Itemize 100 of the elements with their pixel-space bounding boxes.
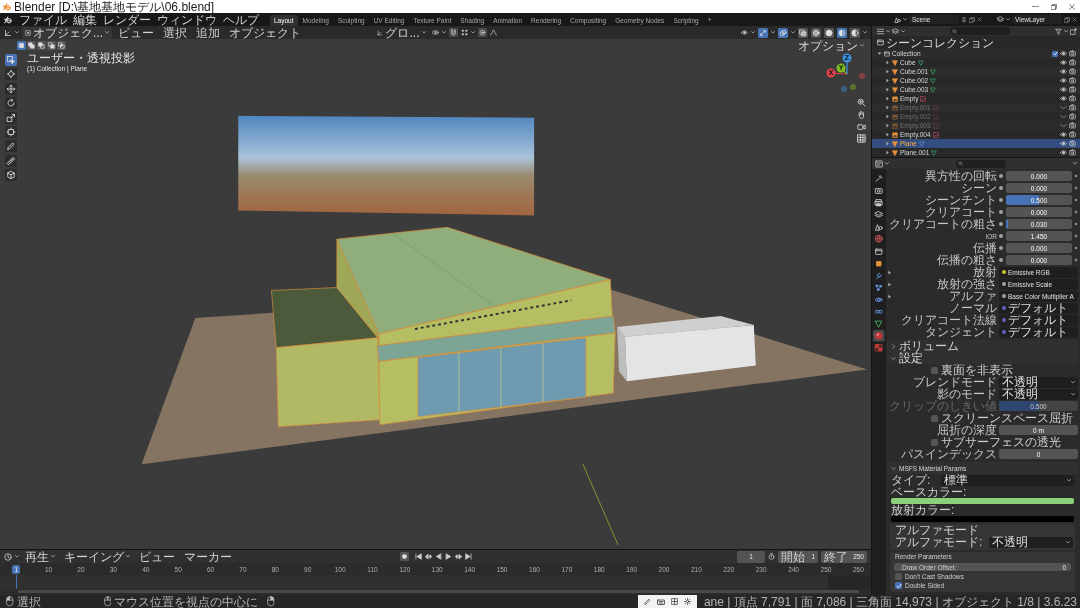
camera-icon[interactable] — [1069, 131, 1076, 138]
dots-grid-icon[interactable] — [460, 29, 468, 36]
panel-header[interactable]: ボリューム — [887, 340, 1078, 352]
jump-end-icon[interactable] — [464, 553, 472, 560]
cone-sphere-icon[interactable] — [894, 16, 901, 23]
play-reverse-icon[interactable] — [434, 553, 442, 560]
camera-icon[interactable] — [857, 122, 866, 131]
squares-icon[interactable] — [798, 27, 808, 38]
eye-icon[interactable] — [1060, 77, 1067, 84]
dropdown[interactable]: 不透明 — [989, 536, 1073, 548]
square-invert-icon[interactable] — [47, 41, 56, 50]
options-dropdown[interactable]: オプション — [795, 39, 867, 52]
expand-arrow-icon[interactable] — [885, 123, 890, 128]
expand-arrow-icon[interactable] — [887, 293, 892, 299]
clock-icon[interactable] — [4, 552, 12, 561]
layers-icon[interactable] — [997, 16, 1004, 23]
globe-icon[interactable] — [873, 233, 885, 245]
expand-arrow-icon[interactable] — [885, 87, 890, 92]
expand-arrow-icon[interactable] — [885, 96, 890, 101]
eye-icon[interactable] — [1060, 149, 1067, 156]
solid-sphere-icon[interactable] — [824, 27, 834, 38]
expand-arrow-icon[interactable] — [877, 51, 882, 56]
document-icon[interactable] — [875, 159, 883, 168]
menu-item[interactable]: レンダー — [100, 13, 154, 26]
panel-header[interactable]: 設定 — [887, 352, 1078, 364]
wireframe-sphere-icon[interactable] — [811, 27, 821, 38]
camera-icon[interactable] — [1069, 104, 1076, 111]
node-link-field[interactable]: デフォルト — [999, 326, 1078, 338]
node-link-field[interactable]: デフォルト — [999, 314, 1078, 326]
camera-icon[interactable] — [1069, 140, 1076, 147]
curve-icon[interactable] — [489, 29, 497, 36]
camera-icon[interactable] — [1069, 77, 1076, 84]
dropdown[interactable]: 標準 — [941, 474, 1074, 486]
menu-item[interactable]: マーカー — [181, 550, 235, 563]
linked-circles-icon[interactable] — [431, 29, 439, 36]
list-icon[interactable] — [877, 27, 884, 35]
square-intersect-icon[interactable] — [57, 41, 66, 50]
record-icon[interactable] — [399, 552, 409, 561]
expand-arrow-icon[interactable] — [887, 269, 892, 275]
tools-icon[interactable] — [873, 173, 885, 185]
play-icon[interactable] — [444, 553, 452, 560]
expand-arrow-icon[interactable] — [887, 281, 892, 287]
checkbox[interactable] — [931, 366, 938, 374]
pencil-icon[interactable] — [5, 140, 17, 153]
eye-icon[interactable] — [1060, 50, 1067, 57]
camera-icon[interactable] — [873, 185, 885, 197]
printer-icon[interactable] — [873, 197, 885, 209]
square-union-icon[interactable] — [27, 41, 36, 50]
layers-icon[interactable] — [873, 209, 885, 221]
orientation-dropdown[interactable]: グロ... — [374, 26, 429, 39]
funnel-icon[interactable] — [1055, 27, 1062, 35]
menu-item[interactable]: 再生 — [22, 550, 58, 563]
next-keyframe-icon[interactable] — [454, 553, 462, 560]
checkbox[interactable] — [931, 438, 938, 446]
checkbox[interactable] — [931, 414, 938, 422]
checkbox[interactable] — [895, 573, 902, 580]
select-box-icon[interactable] — [5, 54, 17, 66]
menu-item[interactable]: 追加 — [193, 26, 223, 39]
circle-dot-icon[interactable] — [477, 28, 487, 37]
eye-icon[interactable] — [741, 29, 748, 36]
triangle-icon[interactable] — [873, 318, 885, 330]
eye-icon[interactable] — [1060, 68, 1067, 75]
layers-icon[interactable] — [892, 27, 899, 35]
expand-arrow-icon[interactable] — [885, 69, 890, 74]
checkbox[interactable] — [1052, 50, 1058, 57]
checkbox[interactable] — [895, 582, 902, 589]
transform-icon[interactable] — [5, 125, 17, 138]
menu-item[interactable]: 選択 — [160, 26, 190, 39]
ruler-icon[interactable] — [5, 154, 17, 167]
filled-square-icon[interactable] — [17, 41, 26, 50]
eye-icon[interactable] — [1060, 86, 1067, 93]
close-icon[interactable] — [1069, 3, 1075, 10]
square-subtract-icon[interactable] — [37, 41, 46, 50]
scale-icon[interactable] — [5, 111, 17, 124]
camera-icon[interactable] — [1069, 86, 1076, 93]
close-icon[interactable] — [1072, 17, 1077, 22]
eye-icon[interactable] — [1060, 140, 1067, 147]
move-arrows-icon[interactable] — [5, 82, 17, 95]
pen-icon[interactable] — [643, 598, 651, 605]
menu-item[interactable]: 編集 — [70, 13, 100, 26]
stopwatch-icon[interactable] — [768, 553, 775, 560]
color-swatch[interactable] — [891, 498, 1074, 504]
cone-sphere-icon[interactable] — [873, 221, 885, 233]
menu-item[interactable]: ヘルプ — [220, 13, 262, 26]
eye-icon[interactable] — [1060, 59, 1067, 66]
restore-icon[interactable] — [1051, 3, 1057, 10]
crosshair-icon[interactable] — [5, 68, 17, 81]
particles-icon[interactable] — [873, 281, 885, 294]
camera-icon[interactable] — [1069, 149, 1076, 156]
camera-icon[interactable] — [1069, 50, 1076, 57]
menu-item[interactable]: ビュー — [136, 550, 178, 563]
gear-icon[interactable] — [683, 598, 691, 605]
dropdown[interactable]: 不透明 — [999, 388, 1078, 400]
hand-icon[interactable] — [857, 110, 866, 119]
cube-icon[interactable] — [5, 169, 17, 182]
node-link-field[interactable]: デフォルト — [999, 302, 1078, 314]
menu-item[interactable]: ビュー — [115, 26, 157, 39]
jump-start-icon[interactable] — [414, 553, 422, 560]
magnet-icon[interactable] — [448, 28, 458, 37]
menu-item[interactable]: ファイル — [16, 13, 70, 26]
